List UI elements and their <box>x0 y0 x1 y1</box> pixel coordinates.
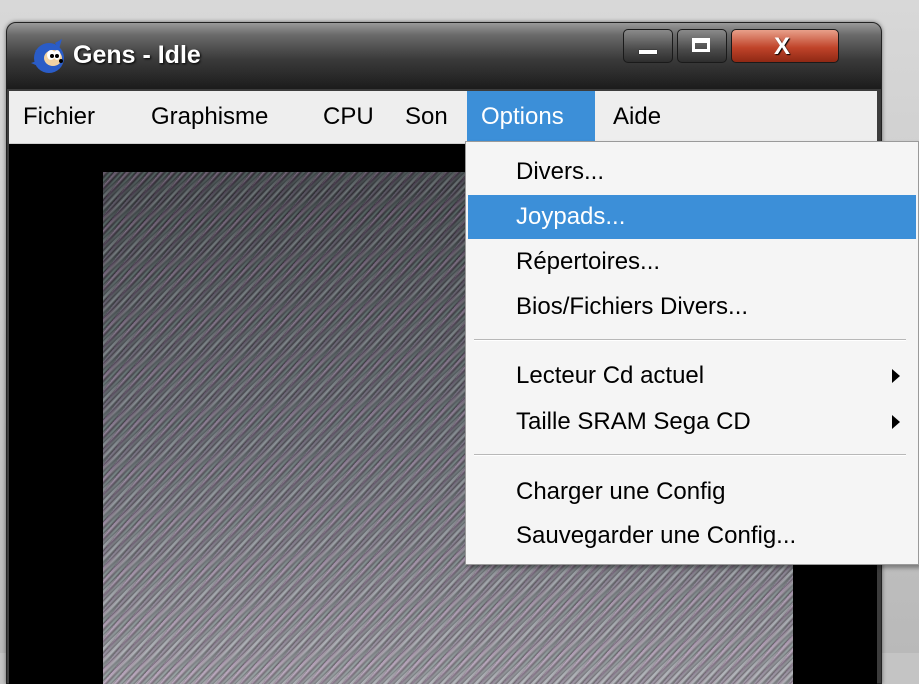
menu-item-divers[interactable]: Divers... <box>468 150 916 194</box>
menu-item-sauvegarder-config[interactable]: Sauvegarder une Config... <box>468 514 916 558</box>
menu-separator <box>474 339 906 341</box>
sonic-icon <box>31 39 64 73</box>
menu-item-taille-sram[interactable]: Taille SRAM Sega CD <box>468 400 916 444</box>
menu-item-label: Taille SRAM Sega CD <box>516 408 751 435</box>
menu-fichier[interactable]: Fichier <box>9 91 109 143</box>
menu-aide[interactable]: Aide <box>599 91 675 143</box>
menu-item-bios-fichiers[interactable]: Bios/Fichiers Divers... <box>468 285 916 329</box>
close-button[interactable]: X <box>731 29 839 63</box>
submenu-arrow-icon <box>892 415 900 429</box>
menu-separator <box>474 454 906 456</box>
menu-item-joypads[interactable]: Joypads... <box>468 195 916 239</box>
menu-son[interactable]: Son <box>391 91 462 143</box>
menu-options[interactable]: Options <box>467 91 595 143</box>
maximize-button[interactable] <box>677 29 727 63</box>
window-title: Gens - Idle <box>73 41 201 69</box>
options-dropdown-menu: Divers... Joypads... Répertoires... Bios… <box>465 141 919 565</box>
close-icon: X <box>774 33 791 60</box>
menu-item-label: Lecteur Cd actuel <box>516 362 705 389</box>
minimize-button[interactable] <box>623 29 673 63</box>
menu-item-lecteur-cd[interactable]: Lecteur Cd actuel <box>468 354 916 398</box>
menu-bar: Fichier Graphisme CPU Son Options Aide <box>9 91 877 144</box>
menu-graphisme[interactable]: Graphisme <box>137 91 282 143</box>
menu-item-repertoires[interactable]: Répertoires... <box>468 240 916 284</box>
submenu-arrow-icon <box>892 369 900 383</box>
menu-item-charger-config[interactable]: Charger une Config <box>468 470 916 514</box>
menu-cpu[interactable]: CPU <box>309 91 388 143</box>
title-bar[interactable]: Gens - Idle X <box>7 23 881 89</box>
